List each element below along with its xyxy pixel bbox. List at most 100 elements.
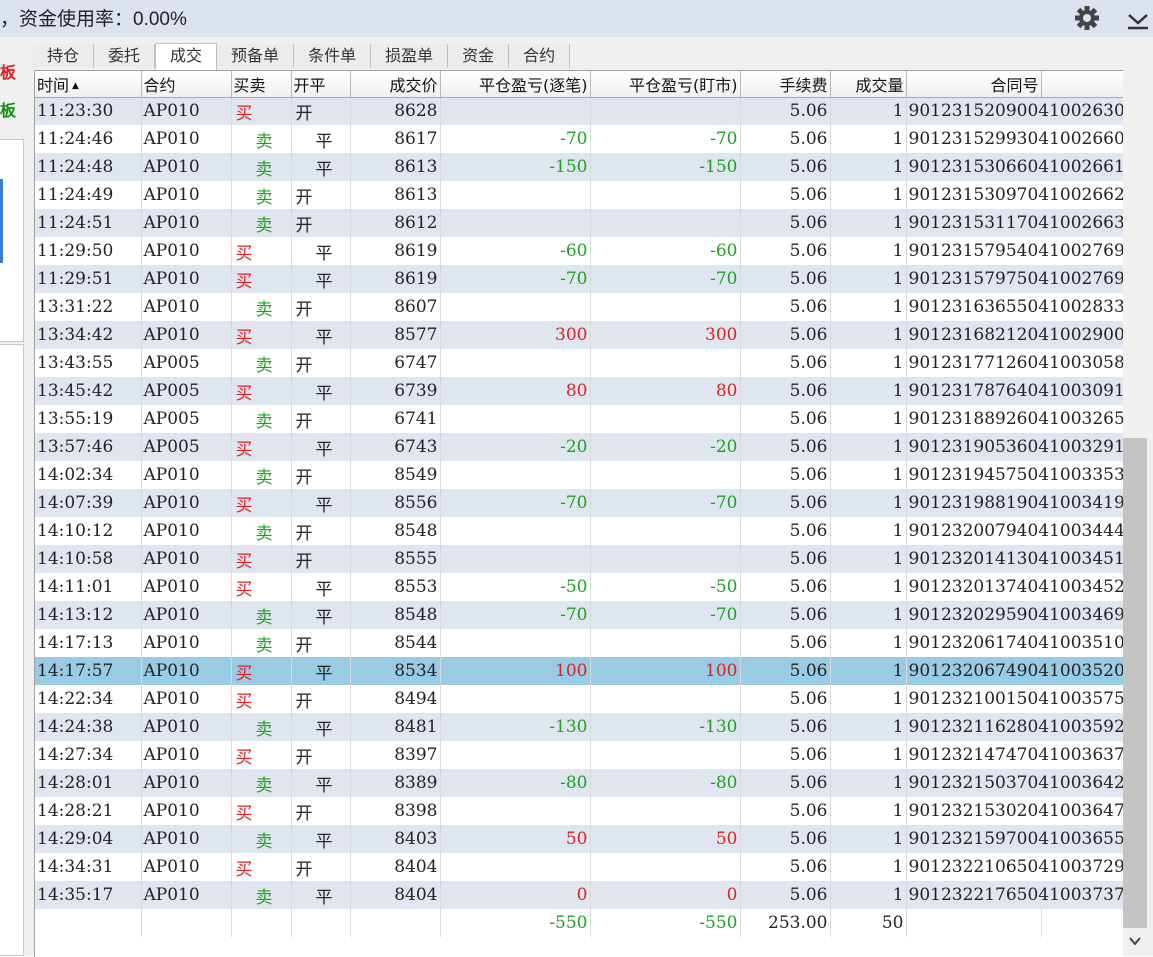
table-row[interactable]: 14:28:01 AP010 卖平 8389 -80 -80 5.06 1 9012321503…	[35, 769, 1123, 797]
table-row[interactable]: 14:22:34 AP010 买开 8494 5.06 1 9012321001504100…	[35, 685, 1123, 713]
scroll-down-icon[interactable]	[1126, 932, 1144, 950]
table-row[interactable]: 13:31:22 AP010 卖开 8607 5.06 1 9012316365504100…	[35, 293, 1123, 321]
left-label-1[interactable]: 板	[0, 59, 16, 83]
cell-price: 8481	[350, 713, 441, 741]
cell-time: 14:34:31	[35, 853, 142, 881]
scrollbar-thumb[interactable]	[1123, 438, 1147, 928]
table-row[interactable]: 13:55:19 AP005 卖开 6741 5.06 1 9012318892604100…	[35, 405, 1123, 433]
col-header-pnl-mark-to-market[interactable]: 平仓盈亏(盯市)	[590, 71, 741, 98]
table-row[interactable]: 14:35:17 AP010 卖平 8404 0 0 5.06 1 90123221765041…	[35, 881, 1123, 909]
cell-fee: 5.06	[740, 321, 831, 349]
cell-pnl-per-trade: -70	[440, 265, 591, 293]
table-row[interactable]: 14:07:39 AP010 买平 8556 -70 -70 5.06 1 9012319881…	[35, 489, 1123, 517]
col-header-price[interactable]: 成交价	[350, 71, 441, 98]
trades-table: 时间 ▲ 合约 买卖 开平 成交价 平仓盈亏(逐笔) 平仓盈亏(盯市) 手续费 成…	[35, 71, 1123, 957]
table-row[interactable]: 14:17:13 AP010 卖开 8544 5.06 1 9012320617404100…	[35, 629, 1123, 657]
cell-pnl-per-trade: -70	[440, 601, 591, 629]
cell-price: 8556	[350, 489, 441, 517]
cell-contract: AP010	[141, 97, 232, 125]
col-header-extra[interactable]: 主	[1041, 71, 1123, 98]
col-header-time[interactable]: 时间 ▲	[35, 71, 142, 98]
table-row[interactable]: 14:34:31 AP010 买开 8404 5.06 1 9012322106504100…	[35, 853, 1123, 881]
cell-time: 11:29:51	[35, 265, 142, 293]
cell-open-close: 平	[291, 265, 351, 293]
table-row[interactable]: 13:34:42 AP010 买平 8577 300 300 5.06 1 9012316821…	[35, 321, 1123, 349]
table-row[interactable]: 11:24:49 AP010 卖开 8613 5.06 1 9012315309704100…	[35, 181, 1123, 209]
cell-fee: 5.06	[740, 209, 831, 237]
table-row[interactable]: 14:02:34 AP010 卖开 8549 5.06 1 9012319457504100…	[35, 461, 1123, 489]
cell-contract: AP010	[141, 685, 232, 713]
cell-side: 买	[231, 433, 292, 461]
table-row[interactable]: 14:27:34 AP010 买开 8397 5.06 1 9012321474704100…	[35, 741, 1123, 769]
table-row[interactable]: 13:45:42 AP005 买平 6739 80 80 5.06 1 901231787640…	[35, 377, 1123, 405]
top-status-bar: ，资金使用率：0.00%	[0, 0, 1153, 37]
table-row[interactable]: 14:10:58 AP010 买开 8555 5.06 1 9012320141304100…	[35, 545, 1123, 573]
cell-order-number: 901231530660410026610	[906, 153, 1123, 181]
cell-price: 8548	[350, 517, 441, 545]
cell-pnl-mark-to-market	[590, 685, 741, 713]
cell-pnl-per-trade	[440, 405, 591, 433]
table-row[interactable]: 14:11:01 AP010 买平 8553 -50 -50 5.06 1 9012320137…	[35, 573, 1123, 601]
tab-trades[interactable]: 成交	[155, 43, 218, 70]
cell-open-close: 平	[291, 125, 351, 153]
cell-contract: AP010	[141, 741, 232, 769]
tab-orders[interactable]: 委托	[94, 44, 156, 68]
col-header-fee[interactable]: 手续费	[740, 71, 831, 98]
table-row[interactable]: 11:29:50 AP010 买平 8619 -60 -60 5.06 1 9012315795…	[35, 237, 1123, 265]
cell-side: 买	[231, 489, 292, 517]
cell-pnl-per-trade	[440, 517, 591, 545]
gear-icon[interactable]	[1073, 4, 1101, 32]
cell-open-close: 开	[291, 797, 351, 825]
cell-price: 8404	[350, 881, 441, 909]
cell-side: 卖	[231, 125, 292, 153]
table-row[interactable]: 14:10:12 AP010 卖开 8548 5.06 1 9012320079404100…	[35, 517, 1123, 545]
col-header-side[interactable]: 买卖	[231, 71, 292, 98]
cell-price: 8619	[350, 265, 441, 293]
table-row[interactable]: 11:29:51 AP010 买平 8619 -70 -70 5.06 1 9012315797…	[35, 265, 1123, 293]
cell-fee: 5.06	[740, 349, 831, 377]
cell-price: 8548	[350, 601, 441, 629]
cell-open-close: 开	[291, 517, 351, 545]
cell-order-number: 901231889260410032650	[906, 405, 1123, 433]
col-header-quantity[interactable]: 成交量	[830, 71, 907, 98]
table-row[interactable]: 14:28:21 AP010 买开 8398 5.06 1 9012321530204100…	[35, 797, 1123, 825]
tab-contracts[interactable]: 合约	[509, 44, 571, 68]
table-row[interactable]: 13:57:46 AP005 买平 6743 -20 -20 5.06 1 9012319053…	[35, 433, 1123, 461]
cell-open-close: 开	[291, 853, 351, 881]
tab-bar: 持仓 委托 成交 预备单 条件单 损盈单 资金 合约	[33, 43, 571, 70]
table-row[interactable]: 11:24:46 AP010 卖平 8617 -70 -70 5.06 1 9012315299…	[35, 125, 1123, 153]
empty-row	[35, 937, 1123, 957]
cell-time: 13:43:55	[35, 349, 142, 377]
table-row[interactable]: 11:24:48 AP010 卖平 8613 -150 -150 5.06 1 90123153…	[35, 153, 1123, 181]
left-label-2[interactable]: 板	[0, 97, 16, 121]
tab-positions[interactable]: 持仓	[33, 44, 95, 68]
cell-open-close: 平	[291, 881, 351, 909]
table-row[interactable]: 13:43:55 AP005 卖开 6747 5.06 1 9012317712604100…	[35, 349, 1123, 377]
vertical-scrollbar[interactable]	[1123, 70, 1153, 956]
tab-stop-orders[interactable]: 损盈单	[371, 44, 449, 68]
col-header-open-close[interactable]: 开平	[291, 71, 351, 98]
table-row[interactable]: 14:13:12 AP010 卖平 8548 -70 -70 5.06 1 9012320295…	[35, 601, 1123, 629]
tab-conditional-orders[interactable]: 条件单	[294, 44, 372, 68]
table-row[interactable]: 14:29:04 AP010 卖平 8403 50 50 5.06 1 901232159700…	[35, 825, 1123, 853]
table-row[interactable]: 11:23:30 AP010 买开 8628 5.06 1 9012315209004100…	[35, 97, 1123, 125]
table-row[interactable]: 14:24:38 AP010 卖平 8481 -130 -130 5.06 1 90123211…	[35, 713, 1123, 741]
cell-contract: AP005	[141, 349, 232, 377]
cell-pnl-per-trade	[440, 797, 591, 825]
download-icon[interactable]	[1125, 6, 1151, 32]
tab-prepared-orders[interactable]: 预备单	[217, 44, 295, 68]
cell-fee: 5.06	[740, 97, 831, 125]
cell-pnl-per-trade	[440, 545, 591, 573]
cell-fee: 5.06	[740, 797, 831, 825]
table-row[interactable]: 11:24:51 AP010 卖开 8612 5.06 1 9012315311704100…	[35, 209, 1123, 237]
cell-time: 13:57:46	[35, 433, 142, 461]
col-header-contract[interactable]: 合约	[141, 71, 232, 98]
cell-side: 买	[231, 321, 292, 349]
cell-side: 买	[231, 685, 292, 713]
tab-funds[interactable]: 资金	[448, 44, 510, 68]
cell-order-number: 901231905360410032910	[906, 433, 1123, 461]
cell-contract: AP010	[141, 601, 232, 629]
col-header-pnl-per-trade[interactable]: 平仓盈亏(逐笔)	[440, 71, 591, 98]
col-header-order-number[interactable]: 合同号	[906, 71, 1042, 98]
table-row[interactable]: 14:17:57 AP010 买平 8534 100 100 5.06 1 9012320674…	[35, 657, 1123, 685]
